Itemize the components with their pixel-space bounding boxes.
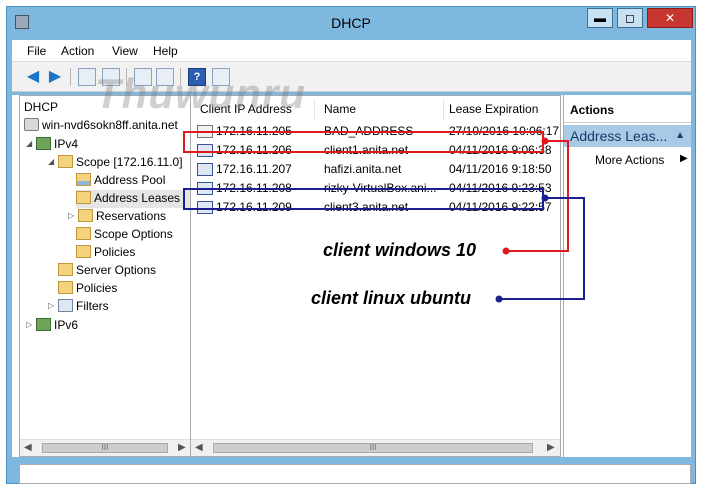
blue-connector-line xyxy=(499,197,585,300)
red-connector-dot xyxy=(541,137,549,145)
label-client-linux: client linux ubuntu xyxy=(311,288,471,308)
label-client-windows: client windows 10 xyxy=(323,240,477,260)
blue-connector-dot xyxy=(495,295,503,303)
red-connector-dot xyxy=(502,247,510,255)
blue-connector-dot xyxy=(541,194,549,202)
red-connector-line xyxy=(506,140,569,252)
